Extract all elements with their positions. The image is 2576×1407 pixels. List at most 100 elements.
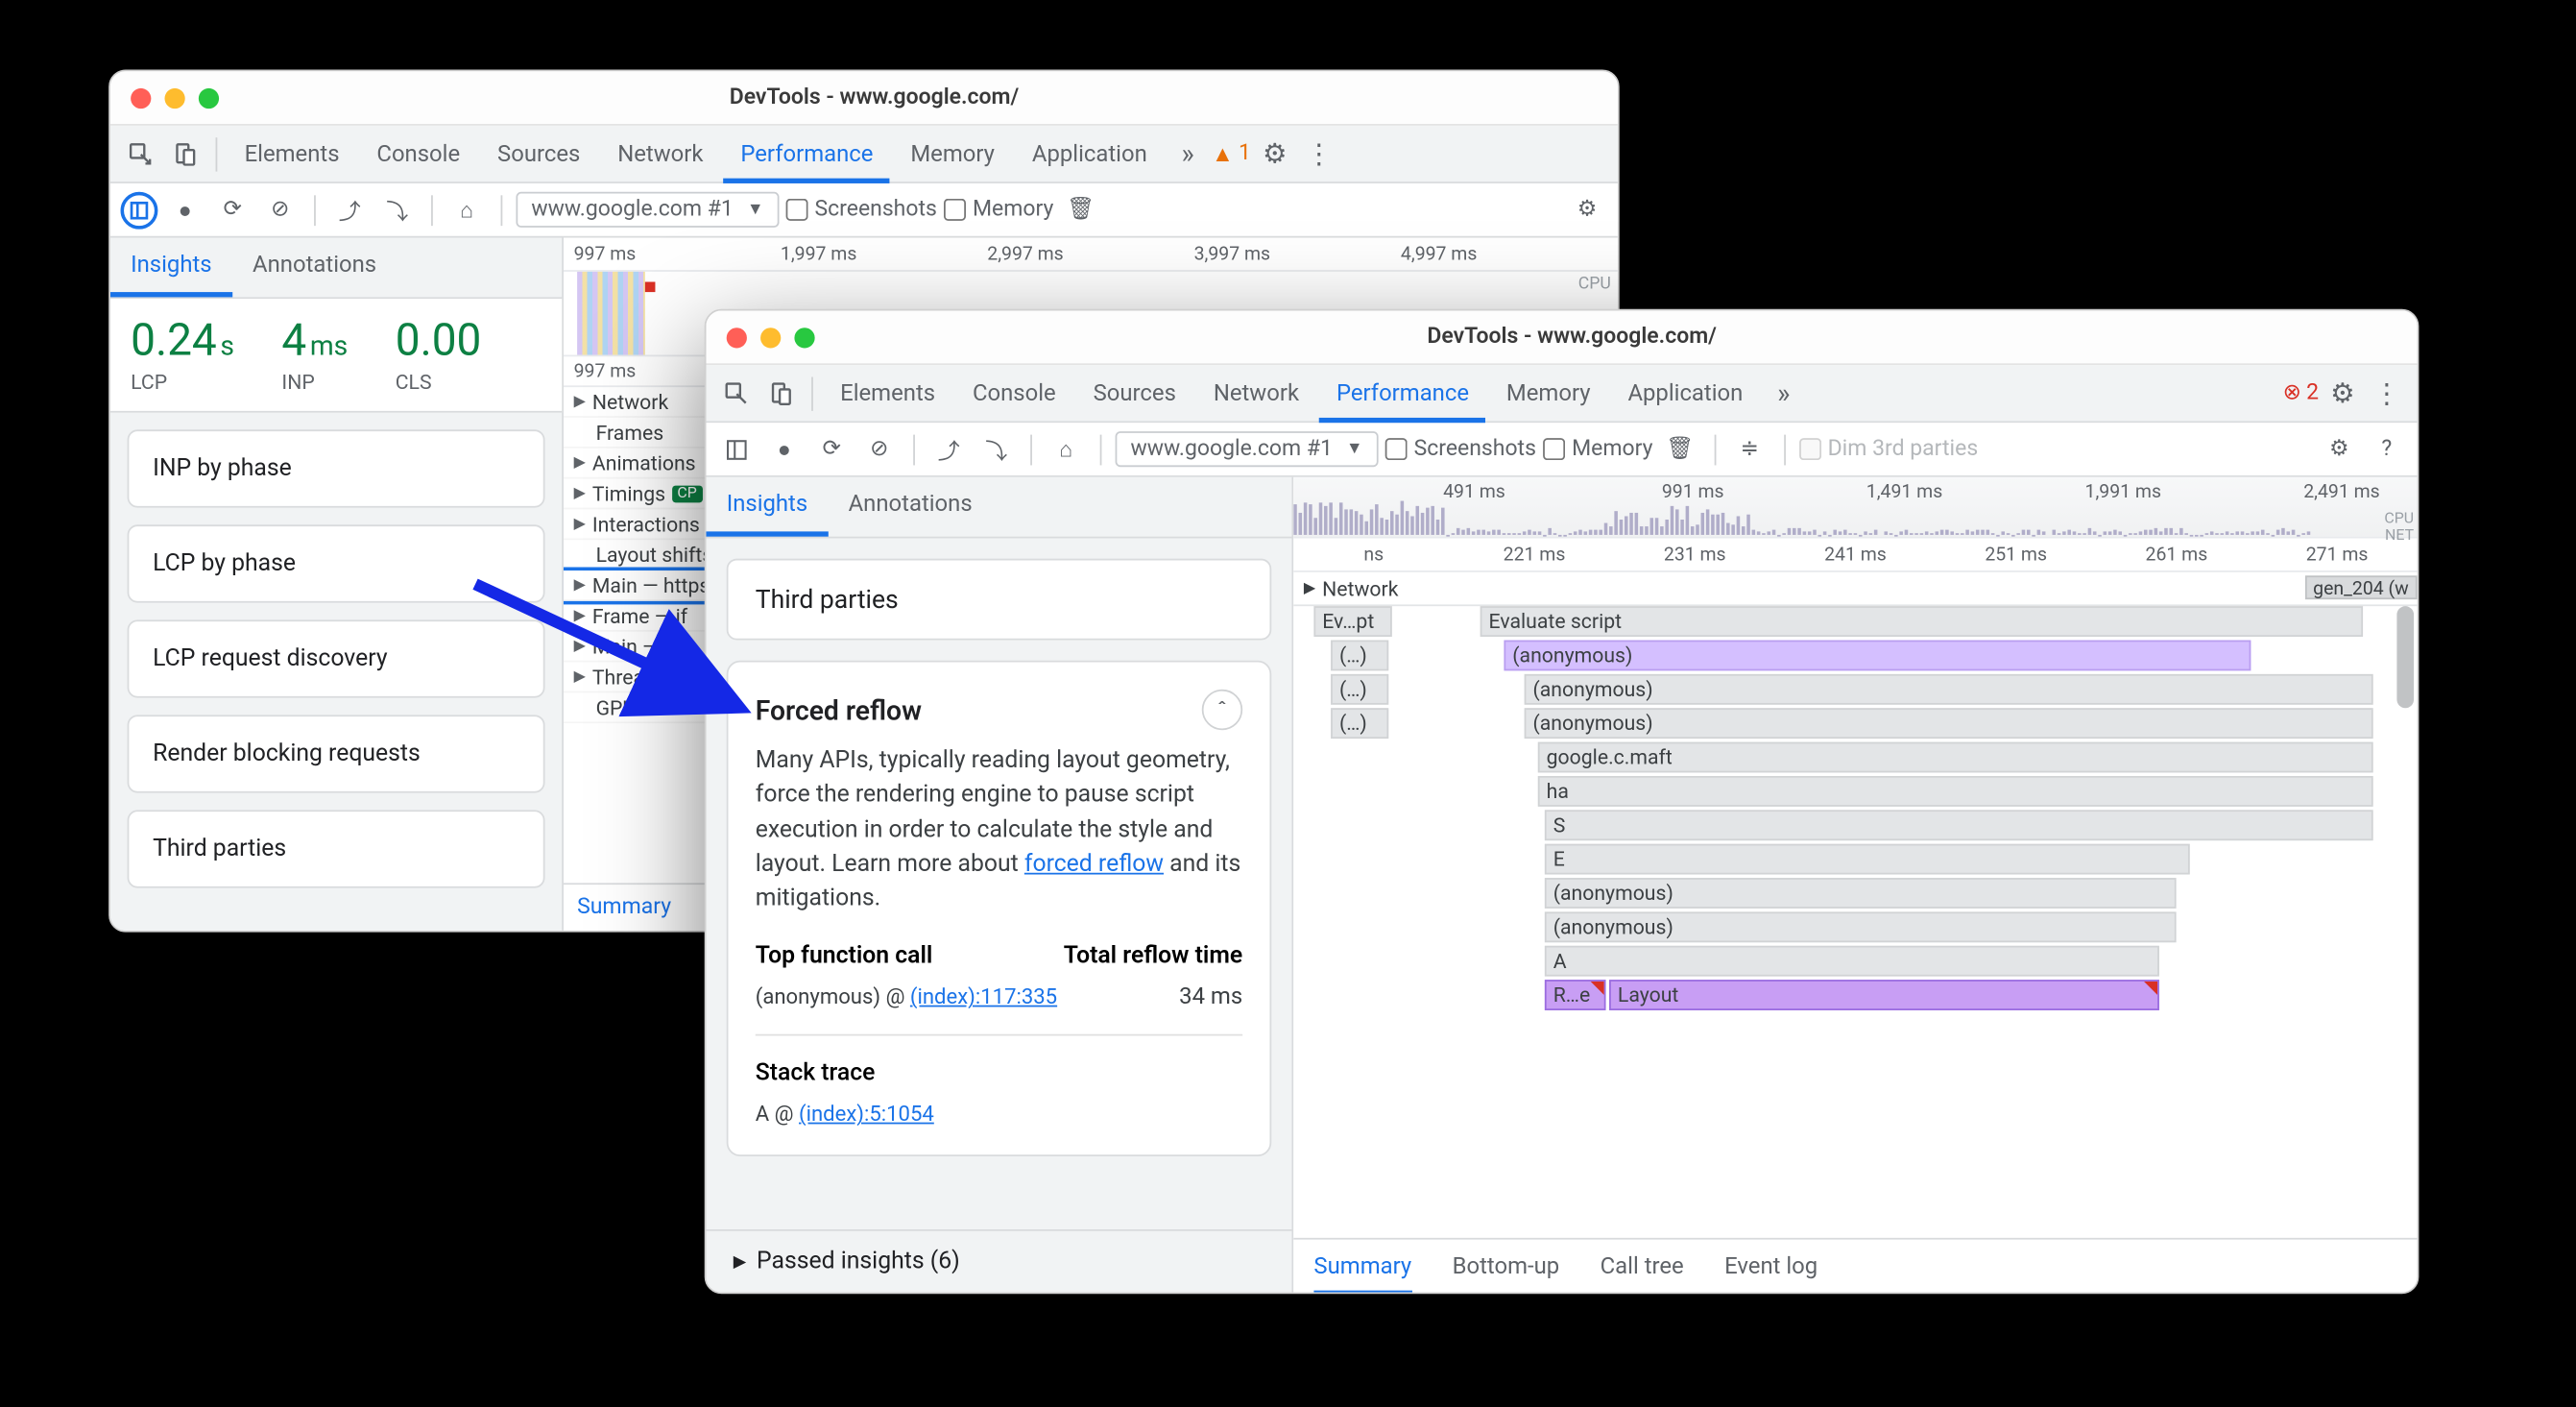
flame-entry[interactable]: (…) [1331, 641, 1388, 671]
toggle-sidebar-icon[interactable] [716, 428, 757, 469]
flame-entry[interactable]: (anonymous) [1504, 641, 2251, 671]
help-icon[interactable]: ? [2367, 428, 2407, 469]
tab-sources[interactable]: Sources [480, 125, 597, 182]
device-icon[interactable] [760, 373, 801, 413]
more-tabs-icon[interactable]: » [1764, 373, 1804, 413]
flame-entry[interactable]: (anonymous) [1545, 911, 2177, 942]
tab-elements[interactable]: Elements [823, 364, 951, 422]
overview[interactable]: 491 ms991 ms1,491 ms1,991 ms2,491 ms CPU… [1293, 477, 2417, 539]
reload-record-icon[interactable]: ⟳ [811, 428, 852, 469]
inspect-icon[interactable] [716, 373, 757, 413]
gc-icon[interactable]: 🗑 [1660, 428, 1700, 469]
scrollbar-thumb[interactable] [2396, 606, 2414, 708]
upload-icon[interactable]: ⤴ [928, 428, 969, 469]
tab-performance[interactable]: Performance [724, 125, 890, 182]
forced-reflow-link[interactable]: forced reflow [1024, 851, 1164, 878]
settings-icon[interactable]: ⚙ [1254, 133, 1294, 174]
reload-record-icon[interactable]: ⟳ [212, 189, 253, 230]
flame-entry[interactable]: (anonymous) [1525, 674, 2373, 705]
insight-card[interactable]: LCP by phase [128, 524, 545, 602]
panel-settings-icon[interactable]: ⚙ [2319, 428, 2359, 469]
errors-badge[interactable]: ⊗ 2 [2283, 380, 2320, 406]
home-icon[interactable]: ⌂ [1046, 428, 1086, 469]
insight-card[interactable]: Render blocking requests [128, 715, 545, 792]
toggle-sidebar-icon[interactable] [121, 191, 158, 229]
flame-entry-layout[interactable]: Layout [1609, 980, 2159, 1010]
tab-memory[interactable]: Memory [1489, 364, 1607, 422]
tab-console[interactable]: Console [360, 125, 477, 182]
flame-chart[interactable]: Ev…pt (…) (…) (…) Evaluate script (anony… [1293, 606, 2417, 1064]
download-icon[interactable]: ⤵ [376, 189, 417, 230]
titlebar[interactable]: DevTools - www.google.com/ [706, 311, 2417, 366]
sidebar-tab-annotations[interactable]: Annotations [828, 477, 992, 537]
flame-entry[interactable]: R…e [1545, 980, 1606, 1010]
context-select[interactable]: www.google.com #1▼ [516, 192, 779, 228]
warnings-badge[interactable]: ▲ 1 [1212, 140, 1251, 167]
titlebar[interactable]: DevTools - www.google.com/ [110, 71, 1618, 126]
shortcuts-icon[interactable]: ≑ [1729, 428, 1769, 469]
collapse-icon[interactable]: ˆ [1202, 690, 1242, 730]
tab-application[interactable]: Application [1015, 125, 1164, 182]
tab-memory[interactable]: Memory [894, 125, 1012, 182]
more-tabs-icon[interactable]: » [1168, 133, 1208, 174]
panel-settings-icon[interactable]: ⚙ [1567, 189, 1607, 230]
upload-icon[interactable]: ⤴ [329, 189, 370, 230]
insight-card[interactable]: LCP request discovery [128, 619, 545, 697]
record-icon[interactable]: ● [764, 428, 805, 469]
bottom-tab-bottomup[interactable]: Bottom-up [1453, 1252, 1560, 1279]
flame-entry[interactable]: (…) [1331, 708, 1388, 739]
timeline[interactable]: 491 ms991 ms1,491 ms1,991 ms2,491 ms CPU… [1293, 477, 2417, 1293]
sidebar-tab-insights[interactable]: Insights [706, 477, 828, 537]
screenshots-checkbox[interactable]: Screenshots [1385, 436, 1536, 462]
traffic-lights[interactable] [131, 87, 219, 108]
sidebar-tab-annotations[interactable]: Annotations [232, 238, 397, 298]
flame-entry[interactable]: Ev…pt [1313, 606, 1391, 637]
network-track[interactable]: ▶Network gen_204 (w [1293, 572, 2417, 606]
flame-entry[interactable]: S [1545, 810, 2373, 840]
flame-entry[interactable]: (anonymous) [1525, 708, 2373, 739]
memory-checkbox[interactable]: Memory [944, 197, 1053, 223]
clear-icon[interactable]: ⊘ [859, 428, 900, 469]
stack-frame: A @ (index):5:1054 [756, 1102, 934, 1128]
bottom-tab-eventlog[interactable]: Event log [1724, 1252, 1818, 1279]
tab-console[interactable]: Console [955, 364, 1072, 422]
memory-checkbox[interactable]: Memory [1543, 436, 1652, 462]
gc-icon[interactable]: 🗑 [1060, 189, 1100, 230]
kebab-icon[interactable]: ⋮ [2367, 373, 2407, 413]
flame-entry[interactable]: (…) [1331, 674, 1388, 705]
third-parties-card[interactable]: Third parties [727, 559, 1272, 641]
context-select[interactable]: www.google.com #1▼ [1116, 431, 1379, 467]
device-icon[interactable] [164, 133, 205, 174]
insight-card[interactable]: INP by phase [128, 429, 545, 507]
flame-entry[interactable]: A [1545, 946, 2159, 977]
kebab-icon[interactable]: ⋮ [1298, 133, 1338, 174]
dim-3rd-parties-checkbox[interactable]: Dim 3rd parties [1799, 436, 1979, 462]
flame-entry[interactable]: (anonymous) [1545, 878, 2177, 909]
bottom-tab-summary[interactable]: Summary [1313, 1252, 1411, 1293]
settings-icon[interactable]: ⚙ [2323, 373, 2363, 413]
perf-toolbar: ● ⟳ ⊘ ⤴ ⤵ ⌂ www.google.com #1▼ Screensho… [110, 183, 1618, 238]
sidebar-tab-insights[interactable]: Insights [110, 238, 232, 298]
download-icon[interactable]: ⤵ [976, 428, 1017, 469]
traffic-lights[interactable] [727, 327, 815, 347]
tab-application[interactable]: Application [1611, 364, 1760, 422]
flame-entry[interactable]: E [1545, 844, 2190, 875]
screenshots-checkbox[interactable]: Screenshots [785, 197, 936, 223]
source-link[interactable]: (index):117:335 [910, 985, 1057, 1011]
flame-entry[interactable]: ha [1538, 776, 2373, 807]
tab-network[interactable]: Network [1196, 364, 1316, 422]
tab-network[interactable]: Network [601, 125, 721, 182]
flame-entry[interactable]: Evaluate script [1481, 606, 2363, 637]
tab-performance[interactable]: Performance [1319, 364, 1485, 422]
home-icon[interactable]: ⌂ [446, 189, 487, 230]
tab-sources[interactable]: Sources [1076, 364, 1193, 422]
passed-insights[interactable]: ▶Passed insights (6) [706, 1229, 1291, 1292]
record-icon[interactable]: ● [164, 189, 205, 230]
clear-icon[interactable]: ⊘ [260, 189, 301, 230]
inspect-icon[interactable] [121, 133, 161, 174]
insight-card[interactable]: Third parties [128, 810, 545, 887]
bottom-tab-calltree[interactable]: Call tree [1601, 1252, 1684, 1279]
tab-elements[interactable]: Elements [228, 125, 356, 182]
flame-entry[interactable]: google.c.maft [1538, 742, 2373, 773]
source-link[interactable]: (index):5:1054 [799, 1103, 934, 1128]
